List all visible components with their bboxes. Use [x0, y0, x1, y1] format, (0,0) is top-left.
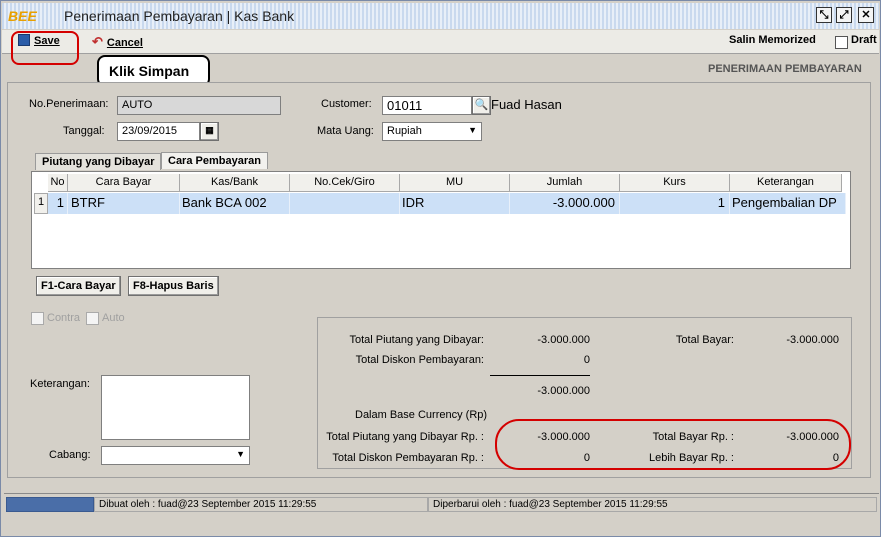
base-diskon-label: Total Diskon Pembayaran Rp. : — [332, 452, 484, 464]
cell-keterangan[interactable]: Pengembalian DP — [730, 193, 846, 214]
search-icon[interactable]: 🔍 — [472, 96, 491, 115]
column-header-mu[interactable]: MU — [400, 174, 510, 192]
customer-label: Customer: — [321, 98, 372, 110]
delete-row-button[interactable]: F8-Hapus Baris — [128, 276, 219, 296]
cara-bayar-table: No Cara Bayar Kas/Bank No.Cek/Giro MU Ju… — [31, 171, 851, 269]
subtotal-value: -3.000.000 — [537, 385, 590, 397]
customer-code-field[interactable]: 01011 — [382, 96, 472, 115]
add-cara-bayar-button[interactable]: F1-Cara Bayar — [36, 276, 121, 296]
tanggal-field[interactable]: 23/09/2015 — [117, 122, 200, 141]
column-header-keterangan[interactable]: Keterangan — [730, 174, 842, 192]
column-header-no-cek[interactable]: No.Cek/Giro — [290, 174, 400, 192]
total-piutang-value: -3.000.000 — [537, 334, 590, 346]
cell-cara-bayar[interactable]: BTRF — [68, 193, 180, 214]
section-title: PENERIMAAN PEMBAYARAN — [708, 63, 862, 75]
totals-highlight — [495, 419, 851, 470]
column-header-cara-bayar[interactable]: Cara Bayar — [68, 174, 180, 192]
total-bayar-value: -3.000.000 — [786, 334, 839, 346]
keterangan-label: Keterangan: — [30, 378, 90, 390]
salin-memorized-button[interactable]: Salin Memorized — [729, 34, 816, 46]
auto-checkbox[interactable] — [86, 312, 99, 325]
mata-uang-label: Mata Uang: — [317, 125, 374, 137]
base-currency-label: Dalam Base Currency (Rp) — [355, 409, 488, 421]
cell-mu[interactable]: IDR — [400, 193, 510, 214]
tab-piutang-dibayar[interactable]: Piutang yang Dibayar — [35, 153, 162, 170]
no-penerimaan-label: No.Penerimaan: — [29, 98, 109, 110]
toolbar: Save ↶ Cancel Salin Memorized Draft — [2, 30, 879, 54]
column-header-kurs[interactable]: Kurs — [620, 174, 730, 192]
window-title: Penerimaan Pembayaran | Kas Bank — [64, 8, 295, 24]
payment-window: BEE Penerimaan Pembayaran | Kas Bank ⤡ ⤢… — [0, 0, 881, 537]
status-dibuat: Dibuat oleh : fuad@23 September 2015 11:… — [94, 497, 428, 512]
title-bar: BEE Penerimaan Pembayaran | Kas Bank ⤡ ⤢… — [2, 3, 879, 29]
keterangan-textarea[interactable] — [101, 375, 250, 440]
mata-uang-select[interactable]: Rupiah ▼ — [382, 122, 482, 141]
cell-no-cek[interactable] — [290, 193, 400, 214]
cancel-label: Cancel — [106, 37, 143, 49]
mata-uang-value: Rupiah — [387, 125, 422, 137]
status-progress — [6, 497, 94, 512]
maximize-icon[interactable]: ⤢ — [836, 7, 852, 23]
auto-label: Auto — [102, 312, 125, 324]
tab-cara-pembayaran[interactable]: Cara Pembayaran — [161, 152, 268, 169]
close-icon[interactable]: ✕ — [858, 7, 874, 23]
restore-icon[interactable]: ⤡ — [816, 7, 832, 23]
status-diperbarui: Diperbarui oleh : fuad@23 September 2015… — [428, 497, 877, 512]
cabang-select[interactable]: ▼ — [101, 446, 250, 465]
customer-name: Fuad Hasan — [491, 97, 562, 112]
save-highlight — [11, 31, 79, 65]
cell-kurs[interactable]: 1 — [620, 193, 730, 214]
tanggal-label: Tanggal: — [63, 125, 105, 137]
total-diskon-value: 0 — [583, 354, 590, 366]
calendar-icon[interactable]: ▦ — [200, 122, 219, 141]
chevron-down-icon: ▼ — [468, 125, 477, 135]
column-header-kas-bank[interactable]: Kas/Bank — [180, 174, 290, 192]
row-number: 1 — [34, 193, 48, 214]
cell-no[interactable]: 1 — [48, 193, 68, 214]
base-piutang-label: Total Piutang yang Dibayar Rp. : — [326, 431, 484, 443]
subtotal-divider — [490, 375, 590, 376]
cell-jumlah[interactable]: -3.000.000 — [510, 193, 620, 214]
column-header-no[interactable]: No — [48, 174, 68, 192]
app-logo: BEE — [8, 8, 37, 24]
no-penerimaan-field[interactable]: AUTO — [117, 96, 281, 115]
cancel-button[interactable]: ↶ Cancel — [92, 34, 143, 50]
total-piutang-label: Total Piutang yang Dibayar: — [349, 334, 484, 346]
total-bayar-label: Total Bayar: — [675, 334, 734, 346]
draft-checkbox[interactable] — [835, 36, 848, 49]
cabang-label: Cabang: — [49, 449, 91, 461]
total-diskon-label: Total Diskon Pembayaran: — [355, 354, 484, 366]
undo-icon: ↶ — [92, 34, 103, 49]
cell-kas-bank[interactable]: Bank BCA 002 — [180, 193, 290, 214]
column-header-jumlah[interactable]: Jumlah — [510, 174, 620, 192]
contra-checkbox[interactable] — [31, 312, 44, 325]
status-bar: Dibuat oleh : fuad@23 September 2015 11:… — [4, 493, 879, 513]
contra-label: Contra — [47, 312, 81, 324]
chevron-down-icon: ▼ — [236, 449, 245, 459]
draft-label: Draft — [851, 34, 877, 46]
